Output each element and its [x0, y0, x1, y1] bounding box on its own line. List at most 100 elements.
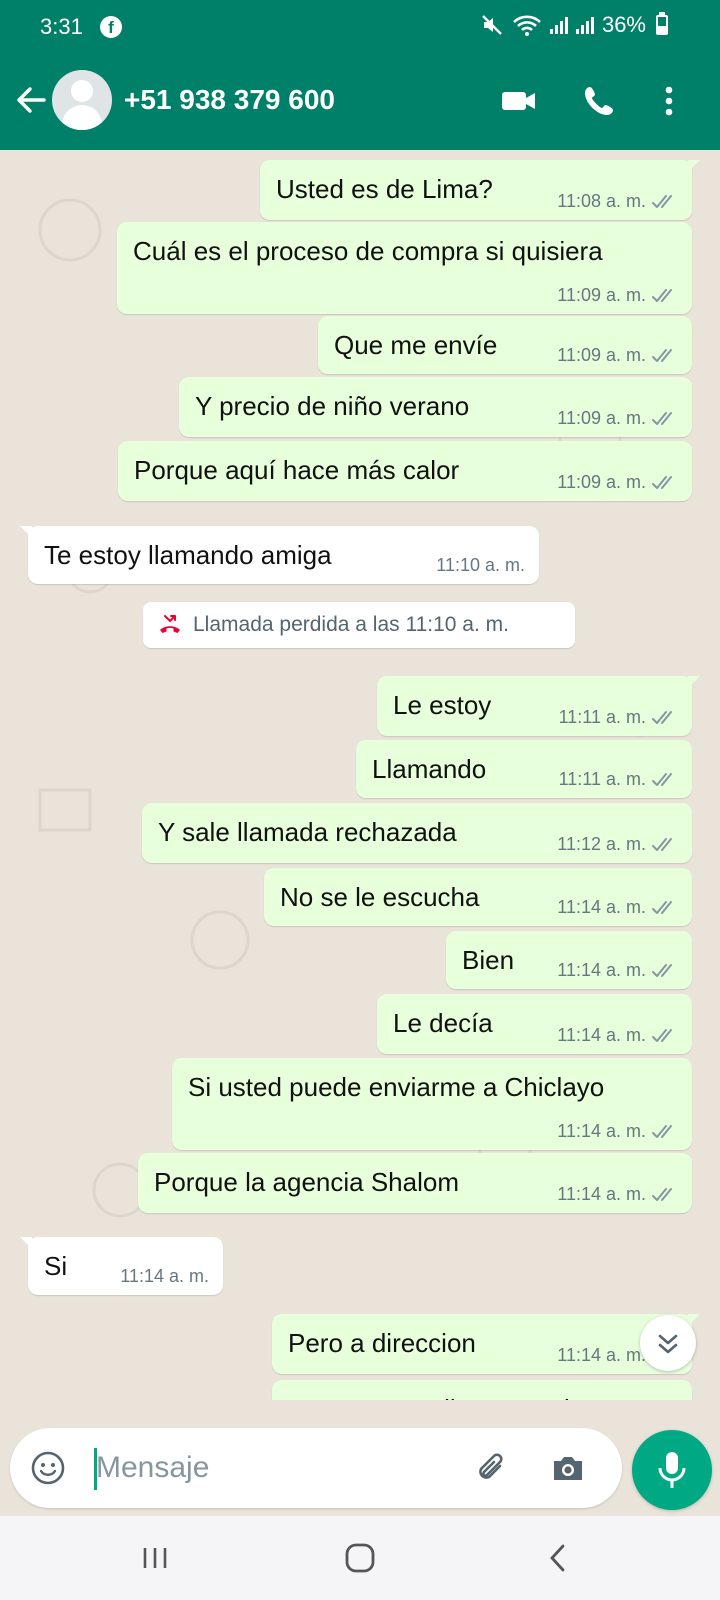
outgoing-message[interactable]: Pero a direccion 11:14 a. m. — [272, 1314, 700, 1374]
nav-back-icon[interactable] — [536, 1536, 580, 1580]
message-meta: 11:08 a. m. — [557, 191, 678, 212]
outgoing-message[interactable]: Cuál es el proceso de compra si quisiera… — [117, 222, 692, 314]
emoji-icon[interactable] — [28, 1448, 68, 1488]
bubble-tail — [688, 676, 700, 688]
message-meta: 11:10 a. m. — [436, 555, 525, 576]
message-text: Si — [44, 1251, 68, 1281]
outgoing-message[interactable]: Bien 11:14 a. m. — [446, 931, 692, 989]
read-receipt-icon — [652, 772, 672, 786]
chat-header: +51 938 379 600 — [0, 54, 720, 150]
outgoing-message[interactable]: Y sale llamada rechazada 11:12 a. m. — [142, 803, 692, 863]
message-text: Porque aquí hace más calor — [134, 455, 460, 485]
missed-call-text: Llamada perdida a las 11:10 a. m. — [193, 613, 509, 636]
read-receipt-icon — [652, 1187, 672, 1201]
outgoing-message[interactable]: Y precio de niño verano 11:09 a. m. — [179, 377, 692, 437]
missed-call-notice[interactable]: Llamada perdida a las 11:10 a. m. — [143, 602, 575, 648]
outgoing-message[interactable]: Le estoy 11:11 a. m. — [377, 676, 700, 736]
message-text: Que me envíe — [334, 330, 498, 360]
mic-icon — [658, 1452, 686, 1488]
message-meta: 11:14 a. m. — [557, 897, 678, 918]
mute-icon — [482, 15, 502, 35]
message-text: Te estoy llamando amiga — [44, 540, 332, 570]
message-time: 11:09 a. m. — [557, 408, 646, 428]
back-arrow-icon[interactable] — [10, 80, 50, 120]
avatar-body — [62, 105, 102, 130]
bubble-tail — [20, 1237, 32, 1249]
system-nav-bar — [0, 1516, 720, 1600]
recent-apps-icon[interactable] — [133, 1536, 177, 1580]
message-text: Y precio de niño verano — [195, 391, 470, 421]
outgoing-message[interactable]: Que me envíe 11:09 a. m. — [318, 316, 692, 374]
message-composer — [10, 1428, 622, 1508]
message-text: Y sale llamada rechazada — [158, 817, 457, 847]
status-indicators: 36% — [480, 12, 668, 38]
message-time: 11:14 a. m. — [557, 960, 646, 980]
message-time: 11:11 a. m. — [558, 769, 646, 789]
read-receipt-icon — [652, 288, 672, 302]
message-time: 11:14 a. m. — [557, 1025, 646, 1045]
message-text: No se le escucha — [280, 882, 480, 912]
message-time: 11:14 a. m. — [557, 897, 646, 917]
bubble-tail — [20, 526, 32, 538]
message-time: 11:12 a. m. — [557, 834, 646, 854]
scroll-down-icon — [658, 1334, 678, 1354]
bubble-tail — [688, 160, 700, 172]
outgoing-message[interactable]: Usted es de Lima? 11:08 a. m. — [260, 160, 700, 220]
video-call-icon[interactable] — [498, 80, 540, 122]
message-meta: 11:14 a. m. — [120, 1266, 209, 1287]
message-text: Usted es de Lima? — [276, 174, 493, 204]
message-text: Le estoy — [393, 690, 492, 720]
outgoing-message[interactable]: Porque la agencia Shalom 11:14 a. m. — [138, 1153, 692, 1213]
read-receipt-icon — [652, 411, 672, 425]
message-input[interactable] — [96, 1446, 476, 1490]
message-meta: 11:12 a. m. — [557, 834, 678, 855]
wifi-icon — [513, 15, 541, 36]
chat-area[interactable]: Usted es de Lima? 11:08 a. m. Cuál es el p… — [0, 150, 720, 1400]
read-receipt-icon — [652, 710, 672, 724]
message-text: Cuál es el proceso de compra si quisiera — [133, 236, 603, 266]
message-meta: 11:09 a. m. — [557, 345, 678, 366]
read-receipt-icon — [652, 194, 672, 208]
incoming-message[interactable]: Si 11:14 a. m. — [20, 1237, 223, 1295]
status-time: 3:31 — [40, 14, 83, 39]
incoming-message[interactable]: Te estoy llamando amiga 11:10 a. m. — [20, 526, 539, 584]
home-icon[interactable] — [338, 1536, 382, 1580]
outgoing-message[interactable]: Para que me llegue a mi casa — [272, 1380, 692, 1400]
message-text: Porque la agencia Shalom — [154, 1167, 459, 1197]
outgoing-message[interactable]: Le decía 11:14 a. m. — [377, 994, 692, 1054]
read-receipt-icon — [652, 837, 672, 851]
message-meta: 11:14 a. m. — [557, 1184, 678, 1205]
message-text: Si usted puede enviarme a Chiclayo — [188, 1072, 605, 1102]
battery-icon — [656, 12, 668, 35]
read-receipt-icon — [652, 348, 672, 362]
read-receipt-icon — [652, 900, 672, 914]
signal-icon — [549, 16, 568, 34]
message-time: 11:11 a. m. — [558, 707, 646, 727]
message-text: Le decía — [393, 1008, 493, 1038]
message-time: 11:09 a. m. — [557, 285, 646, 305]
message-time: 11:14 a. m. — [557, 1184, 646, 1204]
message-meta: 11:09 a. m. — [557, 285, 678, 306]
contact-name[interactable]: +51 938 379 600 — [124, 84, 335, 116]
phone-icon[interactable] — [578, 80, 620, 122]
mic-button[interactable] — [632, 1430, 712, 1510]
outgoing-message[interactable]: No se le escucha 11:14 a. m. — [264, 868, 692, 926]
scroll-to-bottom-button[interactable] — [640, 1315, 696, 1371]
message-text: Pero a direccion — [288, 1328, 476, 1358]
message-meta: 11:09 a. m. — [557, 408, 678, 429]
avatar[interactable] — [52, 70, 112, 130]
attach-icon[interactable] — [472, 1448, 512, 1488]
outgoing-message[interactable]: Porque aquí hace más calor 11:09 a. m. — [118, 441, 692, 501]
avatar-head — [71, 80, 93, 102]
message-meta: 11:14 a. m. — [557, 960, 678, 981]
more-vert-icon[interactable] — [648, 80, 690, 122]
message-meta: 11:14 a. m. — [557, 1025, 678, 1046]
message-time: 11:09 a. m. — [557, 472, 646, 492]
read-receipt-icon — [652, 1028, 672, 1042]
facebook-notification-icon: f — [100, 16, 122, 38]
outgoing-message[interactable]: Llamando 11:11 a. m. — [356, 740, 692, 798]
message-text: Bien — [462, 945, 515, 975]
outgoing-message[interactable]: Si usted puede enviarme a Chiclayo 11:14 … — [172, 1058, 692, 1150]
message-time: 11:08 a. m. — [557, 191, 646, 211]
camera-icon[interactable] — [548, 1448, 588, 1488]
